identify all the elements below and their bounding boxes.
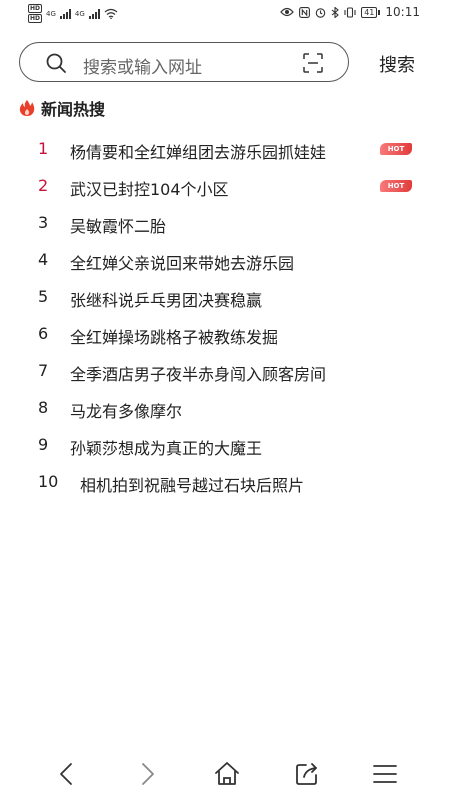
news-title: 张继科说乒乓男团决赛稳赢: [70, 291, 263, 310]
news-item[interactable]: 9 孙颖莎想成为真正的大魔王: [0, 427, 450, 464]
bluetooth-icon: [331, 6, 340, 18]
status-right: 41 10:11: [280, 5, 420, 19]
news-rank: 5: [38, 287, 49, 306]
section-header: 新闻热搜: [19, 96, 105, 120]
wifi-icon: [104, 8, 118, 19]
news-rank: 2: [38, 176, 49, 195]
home-button[interactable]: [213, 760, 241, 788]
news-rank: 1: [38, 139, 49, 158]
fire-icon: [19, 100, 35, 116]
sim-indicators: HD HD: [28, 4, 43, 23]
share-button[interactable]: [293, 760, 321, 788]
signal-icon-1: [59, 8, 71, 19]
battery-icon: 41: [361, 6, 381, 18]
news-rank: 8: [38, 398, 49, 417]
news-item[interactable]: 3 吴敏霞怀二胎: [0, 205, 450, 242]
news-item[interactable]: 2 武汉已封控104个小区 HOT: [0, 168, 450, 205]
home-icon: [215, 762, 239, 785]
hot-badge: HOT: [380, 180, 412, 192]
status-bar: HD HD 4G 4G 41 10:11: [0, 0, 450, 26]
news-title: 相机拍到祝融号越过石块后照片: [80, 476, 305, 495]
news-title: 杨倩要和全红婵组团去游乐园抓娃娃: [70, 143, 327, 162]
news-item[interactable]: 5 张继科说乒乓男团决赛稳赢: [0, 279, 450, 316]
network-type-2: 4G: [74, 9, 85, 18]
search-icon: [46, 53, 66, 73]
share-icon: [296, 763, 317, 785]
news-title: 全红婵操场跳格子被教练发掘: [70, 328, 279, 347]
signal-icon-2: [88, 8, 100, 19]
news-item[interactable]: 1 杨倩要和全红婵组团去游乐园抓娃娃 HOT: [0, 131, 450, 168]
menu-icon: [373, 765, 397, 783]
forward-button[interactable]: [133, 760, 161, 788]
menu-button[interactable]: [371, 760, 399, 788]
clock: 10:11: [385, 5, 420, 19]
forward-icon: [142, 763, 154, 785]
eye-icon: [280, 7, 295, 17]
battery-level: 41: [361, 6, 378, 18]
news-rank: 3: [38, 213, 49, 232]
search-button[interactable]: 搜索: [379, 51, 415, 77]
news-title: 全红婵父亲说回来带她去游乐园: [70, 254, 295, 273]
news-item[interactable]: 8 马龙有多像摩尔: [0, 390, 450, 427]
news-item[interactable]: 4 全红婵父亲说回来带她去游乐园: [0, 242, 450, 279]
sim1-badge: HD: [28, 4, 43, 13]
search-input[interactable]: 搜索或输入网址: [19, 42, 349, 82]
back-button[interactable]: [53, 760, 81, 788]
nfc-icon: [299, 6, 311, 18]
status-left: HD HD 4G 4G: [28, 4, 118, 23]
news-item[interactable]: 6 全红婵操场跳格子被教练发掘: [0, 316, 450, 353]
news-item[interactable]: 7 全季酒店男子夜半赤身闯入顾客房间: [0, 353, 450, 390]
news-list: 1 杨倩要和全红婵组团去游乐园抓娃娃 HOT 2 武汉已封控104个小区 HOT…: [0, 131, 450, 501]
news-rank: 6: [38, 324, 49, 343]
news-title: 马龙有多像摩尔: [70, 402, 183, 421]
news-rank: 4: [38, 250, 49, 269]
news-rank: 10: [38, 472, 59, 491]
bottom-nav: [0, 752, 450, 800]
news-rank: 7: [38, 361, 49, 380]
scan-icon[interactable]: [303, 53, 323, 73]
section-title: 新闻热搜: [41, 100, 106, 119]
network-type-1: 4G: [46, 9, 56, 18]
search-placeholder: 搜索或输入网址: [83, 58, 202, 78]
news-title: 全季酒店男子夜半赤身闯入顾客房间: [70, 365, 327, 384]
news-title: 吴敏霞怀二胎: [70, 217, 167, 236]
back-icon: [60, 763, 72, 785]
search-row: 搜索或输入网址 搜索: [19, 42, 439, 84]
hot-badge: HOT: [380, 143, 412, 155]
alarm-icon: [315, 7, 326, 18]
vibrate-icon: [344, 6, 356, 18]
news-title: 武汉已封控104个小区: [70, 180, 229, 199]
news-rank: 9: [38, 435, 49, 454]
news-item[interactable]: 10 相机拍到祝融号越过石块后照片: [0, 464, 450, 501]
news-title: 孙颖莎想成为真正的大魔王: [70, 439, 263, 458]
sim2-badge: HD: [28, 14, 43, 23]
